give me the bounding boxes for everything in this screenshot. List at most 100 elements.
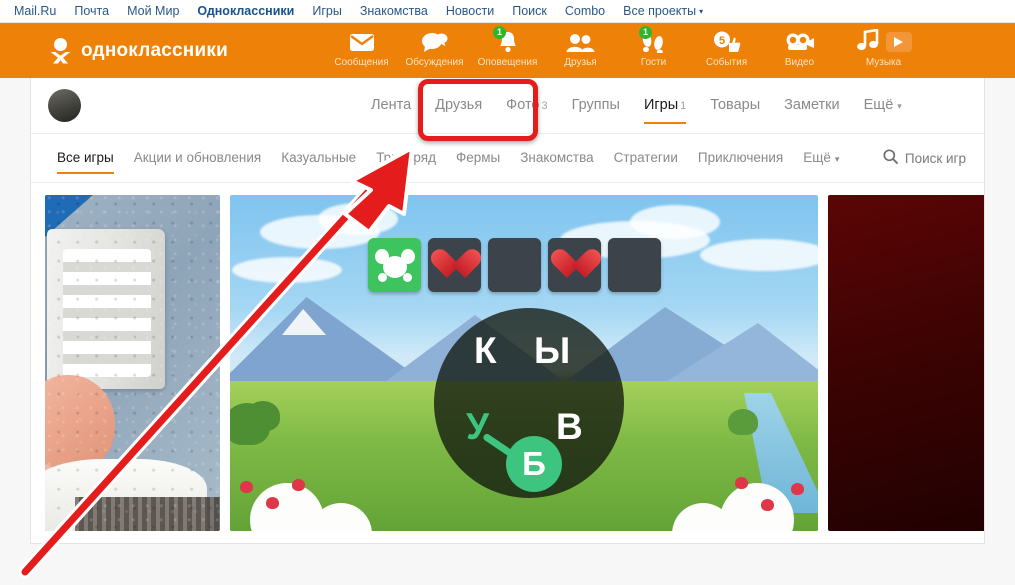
mailru-link-novosti[interactable]: Новости [446,4,494,18]
nav-item-music[interactable]: Музыка [836,23,931,78]
filter-farms-label: Фермы [455,150,501,165]
svg-text:5: 5 [719,35,725,47]
filter-match3[interactable]: Три в ряд [366,134,446,182]
filter-casual[interactable]: Казуальные [271,134,366,182]
game-search[interactable]: Поиск игр [883,149,966,167]
tab-lenta-label: Лента [371,97,412,113]
nav-label-guests: Гости [640,57,667,68]
mailru-link-poisk[interactable]: Поиск [512,4,547,18]
nav-item-notifications[interactable]: 1 Оповещения [471,23,544,78]
mailru-link-odnoklassniki[interactable]: Одноклассники [197,4,294,18]
game-thumbnail-art [45,195,220,531]
highlight-box-photo-tab [418,79,538,141]
nav-item-discussions[interactable]: Обсуждения [398,23,471,78]
nav-label-events: События [705,57,748,68]
avatar[interactable] [48,89,81,122]
tab-igry-count: 1 [680,100,687,112]
mailru-link-combo[interactable]: Combo [565,4,605,18]
nav-label-messages: Сообщения [334,57,389,68]
filter-adventure-label: Приключения [697,150,784,165]
word-slot-heart-1 [428,238,481,292]
mailru-top-bar: Mail.Ru Почта Мой Мир Одноклассники Игры… [0,0,1015,23]
mailru-all-projects-label: Все проекты [623,4,697,18]
play-icon[interactable] [885,32,912,52]
tab-igry-label: Игры [643,97,679,113]
ok-logo[interactable]: одноклассники [50,37,228,64]
letter-u: У [466,406,490,447]
heart-icon [558,250,592,281]
letter-k: К [474,330,497,371]
game-filters-row: Все игры Акции и обновления Казуальные Т… [31,134,984,183]
filter-all-games[interactable]: Все игры [47,134,124,182]
page-background: Лента Друзья Фото3 Группы Игры1 Товары [0,78,1015,585]
music-note-icon [856,27,880,56]
tab-zametki-label: Заметки [784,97,840,113]
filter-match3-label: Три в ряд [376,150,436,165]
content-card: Лента Друзья Фото3 Группы Игры1 Товары [30,78,985,544]
nav-label-friends: Друзья [564,57,597,68]
magnifier-icon [883,149,898,167]
ok-logo-icon [50,37,72,64]
filter-dating[interactable]: Знакомства [510,134,603,182]
tab-more[interactable]: Ещё ▾ [852,78,914,133]
mailru-link-znakomstva[interactable]: Знакомства [360,4,428,18]
envelope-icon [325,30,398,54]
letter-wheel: К Ы У В Б [434,308,624,498]
filter-farms[interactable]: Фермы [446,134,510,182]
filter-dating-label: Знакомства [520,150,594,165]
nav-label-music: Музыка [865,57,902,68]
tab-more-label: Ещё [863,97,894,113]
letter-b-selected: Б [506,436,562,492]
mailru-link-pochta[interactable]: Почта [74,4,109,18]
ok-logo-label: одноклассники [81,39,228,61]
footsteps-icon: 1 [617,26,690,54]
filter-more[interactable]: Ещё ▾ [793,134,849,182]
tab-gruppy[interactable]: Группы [560,78,632,133]
notifications-badge: 1 [493,26,506,39]
filter-strategy[interactable]: Стратегии [604,134,688,182]
chevron-down-icon: ▾ [897,101,902,111]
letter-v: В [556,406,583,447]
nav-label-video: Видео [784,57,815,68]
pet-icon [374,248,415,282]
nav-label-notifications: Оповещения [477,57,538,68]
letter-b-label: Б [522,445,546,482]
nav-item-guests[interactable]: 1 Гости [617,23,690,78]
heart-icon [438,250,472,281]
tab-tovary[interactable]: Товары [698,78,772,133]
odnoklassniki-header: одноклассники Сообщения Обсуждения 1 Опо… [0,23,1015,78]
mailru-link-moy-mir[interactable]: Мой Мир [127,4,179,18]
filter-promos-updates[interactable]: Акции и обновления [124,134,272,182]
mailru-link-igry[interactable]: Игры [312,4,341,18]
tab-zametki[interactable]: Заметки [772,78,851,133]
letter-y: Ы [534,330,571,371]
tab-tovary-label: Товары [710,97,761,113]
game-thumbnail-art [828,195,984,531]
mailru-link-mailru[interactable]: Mail.Ru [14,4,56,18]
word-puzzle-game-banner[interactable]: К Ы У В Б [230,195,818,531]
nav-label-discussions: Обсуждения [405,57,464,68]
nav-item-video[interactable]: Видео [763,23,836,78]
photo-hands-device-thumbnail[interactable] [45,195,220,531]
word-slots [368,238,661,292]
friends-icon [544,30,617,54]
word-slot-pet [368,238,421,292]
chevron-down-icon: ▾ [834,154,840,164]
filter-adventure[interactable]: Приключения [688,134,793,182]
tab-lenta[interactable]: Лента [359,78,423,133]
nav-item-events[interactable]: 5 События [690,23,763,78]
filter-casual-label: Казуальные [281,150,357,165]
filter-all-games-label: Все игры [57,150,114,165]
nav-item-messages[interactable]: Сообщения [325,23,398,78]
chat-bubbles-icon [398,30,471,54]
game-search-label: Поиск игр [904,150,966,166]
filter-promos-updates-label: Акции и обновления [133,150,262,165]
tab-gruppy-label: Группы [571,97,620,113]
video-camera-icon [763,30,836,54]
word-slot-empty-2 [608,238,661,292]
mailru-all-projects-menu[interactable]: Все проекты ▾ [623,4,703,18]
dark-red-game-thumbnail[interactable] [828,195,984,531]
tab-igry[interactable]: Игры 1 [632,78,698,133]
coin-thumbsup-icon: 5 [690,30,763,54]
nav-item-friends[interactable]: Друзья [544,23,617,78]
